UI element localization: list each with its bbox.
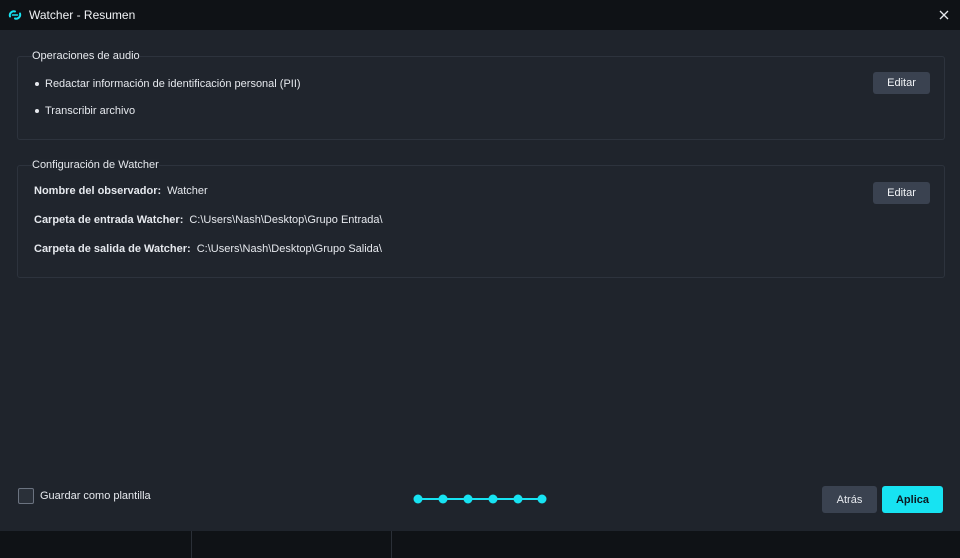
apply-button[interactable]: Aplica (882, 486, 943, 513)
back-button[interactable]: Atrás (822, 486, 877, 513)
audio-op-item: Transcribir archivo (35, 105, 135, 117)
step-dot (438, 494, 448, 504)
watcher-name-value: Watcher (167, 185, 208, 197)
save-template-checkbox[interactable] (18, 488, 34, 504)
audio-op-label: Redactar información de identificación p… (45, 78, 301, 90)
watcher-config-title: Configuración de Watcher (32, 159, 159, 171)
bullet-icon (35, 82, 39, 86)
audio-op-label: Transcribir archivo (45, 105, 136, 117)
status-divider (391, 531, 392, 558)
step-dot (463, 494, 473, 504)
audio-operations-panel: Operaciones de audio Redactar informació… (17, 50, 945, 140)
input-folder-value: C:\Users\Nash\Desktop\Grupo Entrada\ (189, 214, 383, 226)
status-bar (0, 531, 960, 558)
audio-op-item: Redactar información de identificación p… (35, 78, 301, 90)
output-folder-value: C:\Users\Nash\Desktop\Grupo Salida\ (196, 243, 382, 255)
step-dot (488, 494, 498, 504)
close-icon (939, 10, 949, 20)
output-folder-label: Carpeta de salida de Watcher: (34, 243, 191, 255)
audio-operations-title: Operaciones de audio (32, 50, 140, 62)
watcher-name-label: Nombre del observador: (34, 185, 162, 197)
window-title: Watcher - Resumen (29, 8, 136, 22)
input-folder-row: Carpeta de entrada Watcher: C:\Users\Nas… (34, 214, 383, 226)
status-divider (191, 531, 192, 558)
watcher-logo-icon (8, 10, 22, 20)
bullet-icon (35, 109, 39, 113)
step-dot (537, 494, 547, 504)
watcher-config-panel: Configuración de Watcher Nombre del obse… (17, 159, 945, 278)
save-template-option[interactable]: Guardar como plantilla (18, 488, 151, 504)
save-template-label: Guardar como plantilla (40, 490, 151, 502)
output-folder-row: Carpeta de salida de Watcher: C:\Users\N… (34, 243, 382, 255)
close-button[interactable] (936, 7, 952, 23)
edit-watcher-config-button[interactable]: Editar (873, 182, 930, 204)
step-progress (413, 494, 547, 504)
watcher-name-row: Nombre del observador: Watcher (34, 185, 208, 197)
edit-audio-operations-button[interactable]: Editar (873, 72, 930, 94)
input-folder-label: Carpeta de entrada Watcher: (34, 214, 184, 226)
step-dot (413, 494, 423, 504)
title-bar: Watcher - Resumen (0, 0, 960, 30)
step-dot (513, 494, 523, 504)
